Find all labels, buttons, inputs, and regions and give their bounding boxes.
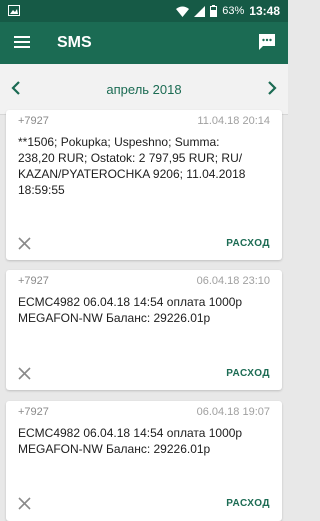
expense-button[interactable]: РАСХОД (226, 498, 270, 509)
close-icon[interactable] (18, 237, 31, 250)
message-icon[interactable] (258, 33, 276, 51)
status-bar: 63% 13:48 (0, 0, 288, 22)
message-text: **1506; Pokupka; Uspeshno; Summa: 238,20… (18, 135, 246, 197)
message-sender: +7927 (18, 115, 49, 127)
close-icon[interactable] (18, 497, 31, 510)
menu-icon[interactable] (14, 35, 30, 49)
battery-icon (210, 5, 218, 17)
month-label: апрель 2018 (106, 82, 182, 97)
message-text: ECMC4982 06.04.18 14:54 оплата 1000р MEG… (18, 295, 243, 325)
message-sender: +7927 (18, 406, 49, 418)
month-selector: апрель 2018 (0, 64, 288, 115)
message-date: 11.04.18 20:14 (197, 115, 270, 127)
page-title: SMS (57, 34, 92, 51)
expense-button[interactable]: РАСХОД (226, 238, 270, 249)
message-text: ECMC4982 06.04.18 14:54 оплата 1000р MEG… (18, 426, 243, 456)
message-date: 06.04.18 19:07 (196, 406, 270, 418)
wifi-icon (176, 6, 190, 17)
clock: 13:48 (249, 4, 280, 18)
app-bar: SMS (0, 22, 288, 64)
signal-icon (194, 5, 206, 17)
message-card[interactable]: +7927 06.04.18 23:10 ECMC4982 06.04.18 1… (6, 270, 282, 390)
message-sender: +7927 (18, 275, 49, 287)
message-card[interactable]: +7927 06.04.18 19:07 ECMC4982 06.04.18 1… (6, 401, 282, 521)
image-notification-icon (8, 5, 20, 16)
close-icon[interactable] (18, 367, 31, 380)
expense-button[interactable]: РАСХОД (226, 368, 270, 379)
message-date: 06.04.18 23:10 (196, 275, 270, 287)
battery-level: 63% (222, 5, 245, 17)
chevron-right-icon[interactable] (267, 81, 277, 95)
message-card[interactable]: +7927 11.04.18 20:14 **1506; Pokupka; Us… (6, 110, 282, 260)
